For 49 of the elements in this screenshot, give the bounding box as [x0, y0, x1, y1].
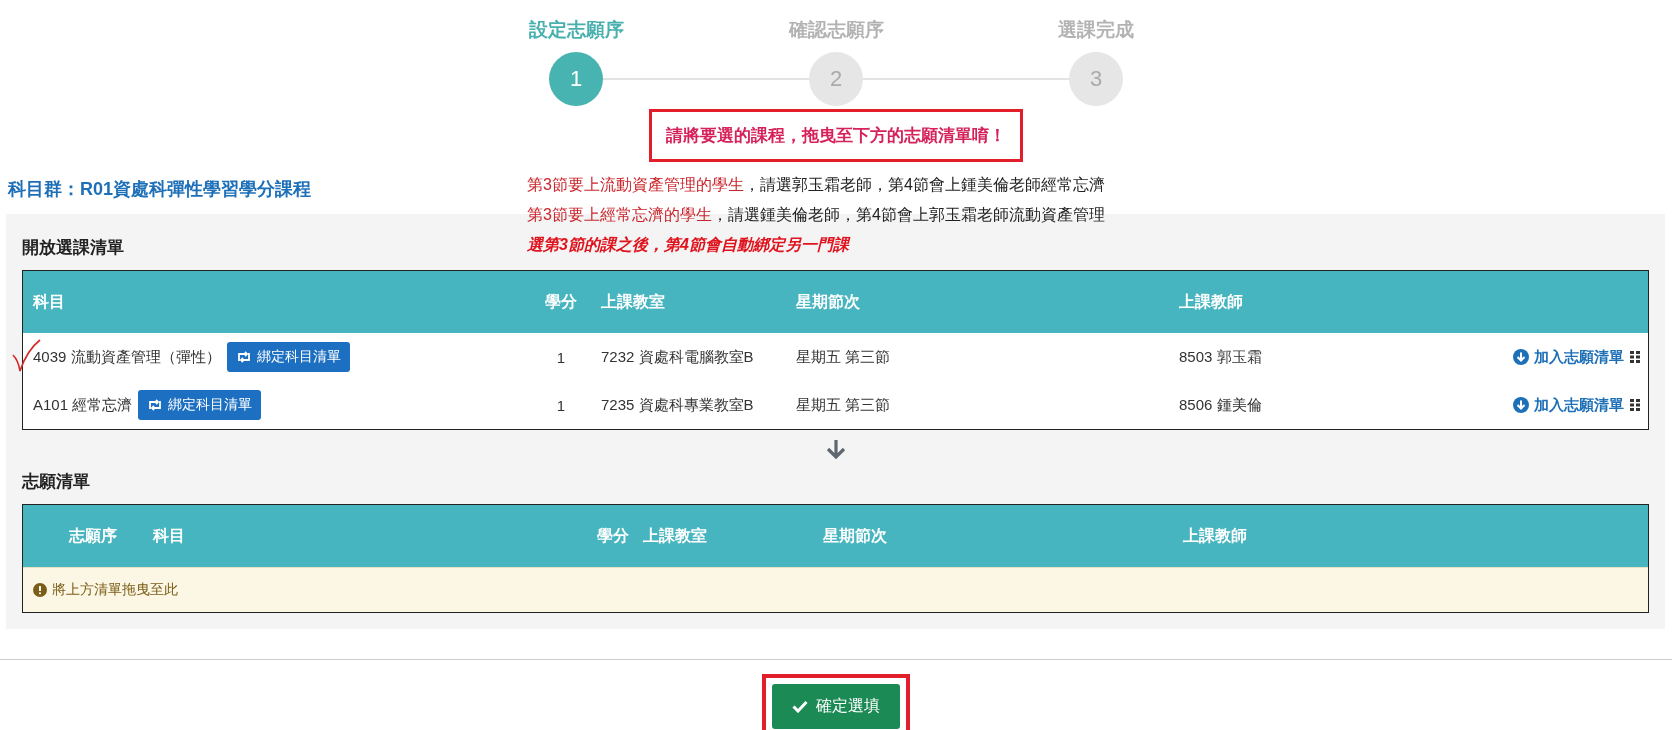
arrow-down-circle-icon: [1513, 397, 1529, 413]
column-header: 科目: [153, 525, 186, 546]
column-header: 上課教室: [601, 291, 666, 312]
grip-icon[interactable]: [1630, 351, 1640, 363]
bind-list-button[interactable]: 綁定科目清單: [138, 390, 262, 420]
confirm-button[interactable]: 確定選填: [772, 684, 900, 729]
instruction-text: 第3節要上經常忘濟的學生，請選鍾美倫老師，第4節會上郭玉霜老師流動資產管理: [527, 205, 1105, 225]
column-header: 科目: [33, 291, 66, 312]
credits-cell-text: 1: [555, 348, 567, 366]
instruction-text: 第3節要上流動資產管理的學生，請選郭玉霜老師，第4節會上鍾美倫老師經常忘濟: [527, 175, 1105, 195]
notice-text: 請將要選的課程，拖曳至下方的志願清單唷！: [666, 126, 1006, 145]
repeat-arrows-icon: [235, 351, 252, 363]
teacher-cell-text: 8506 鍾美倫: [1179, 395, 1263, 415]
repeat-arrows-icon: [147, 399, 164, 411]
column-header: 上課教室: [643, 525, 708, 546]
step-label: 確認志願序: [788, 18, 884, 42]
column-header: 星期節次: [823, 525, 888, 546]
subject-text: 4039 流動資產管理（彈性）: [33, 347, 221, 367]
column-header: 學分: [596, 525, 630, 546]
teacher-cell-text: 8503 郭玉霜: [1179, 347, 1263, 367]
grip-icon[interactable]: [1630, 399, 1640, 411]
column-header: 星期節次: [796, 291, 861, 312]
step-circle: 3: [1069, 52, 1123, 106]
schedule-cell-text: 星期五 第三節: [796, 347, 892, 367]
section-title: 開放選課清單: [22, 237, 124, 259]
section-title: 志願清單: [22, 471, 90, 493]
arrow-down-icon: [824, 438, 847, 460]
subject-group-title: 科目群：R01資處科彈性學習學分課程: [6, 178, 313, 201]
empty-message: 將上方清單拖曳至此: [52, 581, 178, 599]
step-circle: 1: [549, 52, 603, 106]
arrow-down-circle-icon: [1513, 349, 1529, 365]
column-header: 志願序: [68, 525, 118, 546]
step-label: 選課完成: [1058, 18, 1134, 42]
exclamation-circle-icon: [33, 583, 47, 597]
bind-list-button[interactable]: 綁定科目清單: [226, 342, 350, 372]
schedule-cell-text: 星期五 第三節: [796, 395, 892, 415]
bind-note: 選第3節的課之後，第4節會自動綁定另一門課: [527, 235, 852, 255]
credits-cell-text: 1: [555, 396, 567, 414]
add-to-wishlist-link[interactable]: 加入志願清單: [1513, 347, 1624, 367]
column-header: 學分: [544, 291, 578, 312]
step-label: 設定志願序: [528, 18, 624, 42]
classroom-cell-text: 7235 資處科專業教室B: [601, 395, 755, 415]
check-icon: [792, 700, 808, 713]
column-header: 上課教師: [1179, 291, 1244, 312]
step-circle: 2: [809, 52, 863, 106]
column-header: 上課教師: [1183, 525, 1248, 546]
subject-text: A101 經常忘濟: [33, 395, 133, 415]
classroom-cell-text: 7232 資處科電腦教室B: [601, 347, 755, 367]
add-to-wishlist-link[interactable]: 加入志願清單: [1513, 395, 1624, 415]
